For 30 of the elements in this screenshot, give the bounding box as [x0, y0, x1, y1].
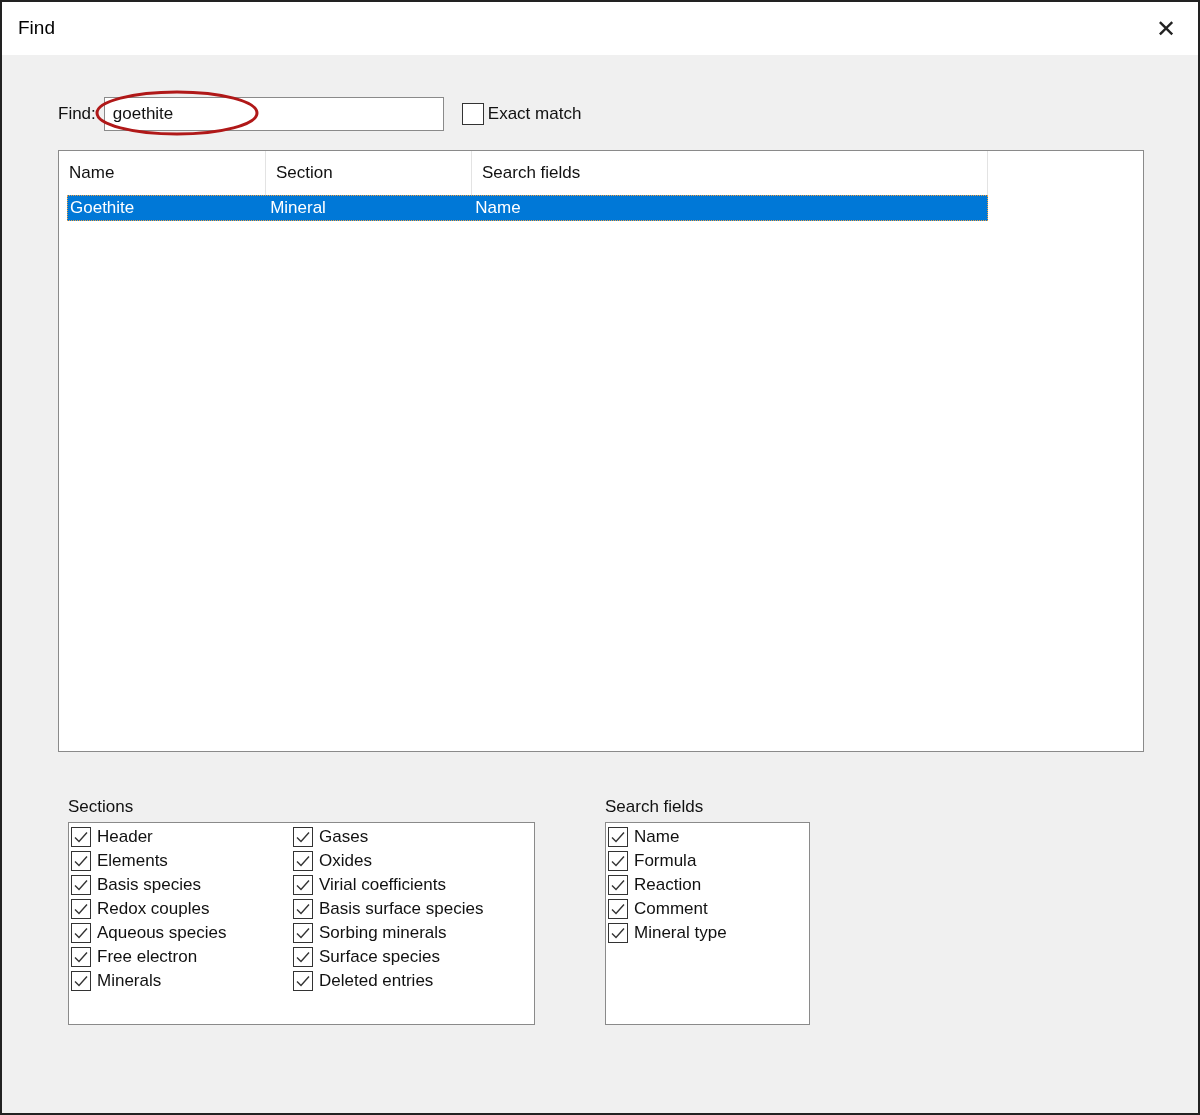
checkbox-label[interactable]: Surface species: [319, 944, 440, 970]
sections-label: Sections: [68, 796, 135, 818]
checkbox-label[interactable]: Gases: [319, 824, 369, 850]
checkbox-label[interactable]: Mineral type: [634, 920, 727, 946]
checkbox-label[interactable]: Oxides: [319, 848, 372, 874]
checkbox-label[interactable]: Reaction: [634, 872, 702, 898]
checkbox-label[interactable]: Name: [634, 824, 680, 850]
result-row[interactable]: Goethite Mineral Name: [67, 195, 988, 221]
checkbox-label[interactable]: Deleted entries: [319, 968, 434, 994]
window-title: Find: [18, 16, 55, 41]
checkbox-label[interactable]: Aqueous species: [97, 920, 227, 946]
find-label: Find:: [58, 103, 96, 126]
checkbox-label[interactable]: Minerals: [97, 968, 162, 994]
checkbox-label[interactable]: Basis species: [97, 872, 201, 898]
checkbox-label[interactable]: Redox couples: [97, 896, 210, 922]
table-cell-text: Goethite: [69, 197, 136, 220]
checkbox-label[interactable]: Free electron: [97, 944, 198, 970]
checkbox-label[interactable]: Sorbing minerals: [319, 920, 447, 946]
find-input-field[interactable]: goethite: [103, 97, 444, 131]
checkbox-label[interactable]: Formula: [634, 848, 697, 874]
checkbox-label[interactable]: Comment: [634, 896, 708, 922]
checkbox-label[interactable]: Header: [97, 824, 153, 850]
table-cell-text: Mineral: [269, 197, 327, 220]
checkbox-label[interactable]: Elements: [97, 848, 168, 874]
search-fields-label: Search fields: [605, 796, 705, 818]
checkbox-label[interactable]: Basis surface species: [319, 896, 484, 922]
table-cell-text: Name: [474, 197, 522, 220]
close-button[interactable]: ✕: [1150, 16, 1182, 41]
checkbox-label[interactable]: Virial coefficients: [319, 872, 446, 898]
exact-match-label[interactable]: Exact match: [487, 101, 582, 127]
